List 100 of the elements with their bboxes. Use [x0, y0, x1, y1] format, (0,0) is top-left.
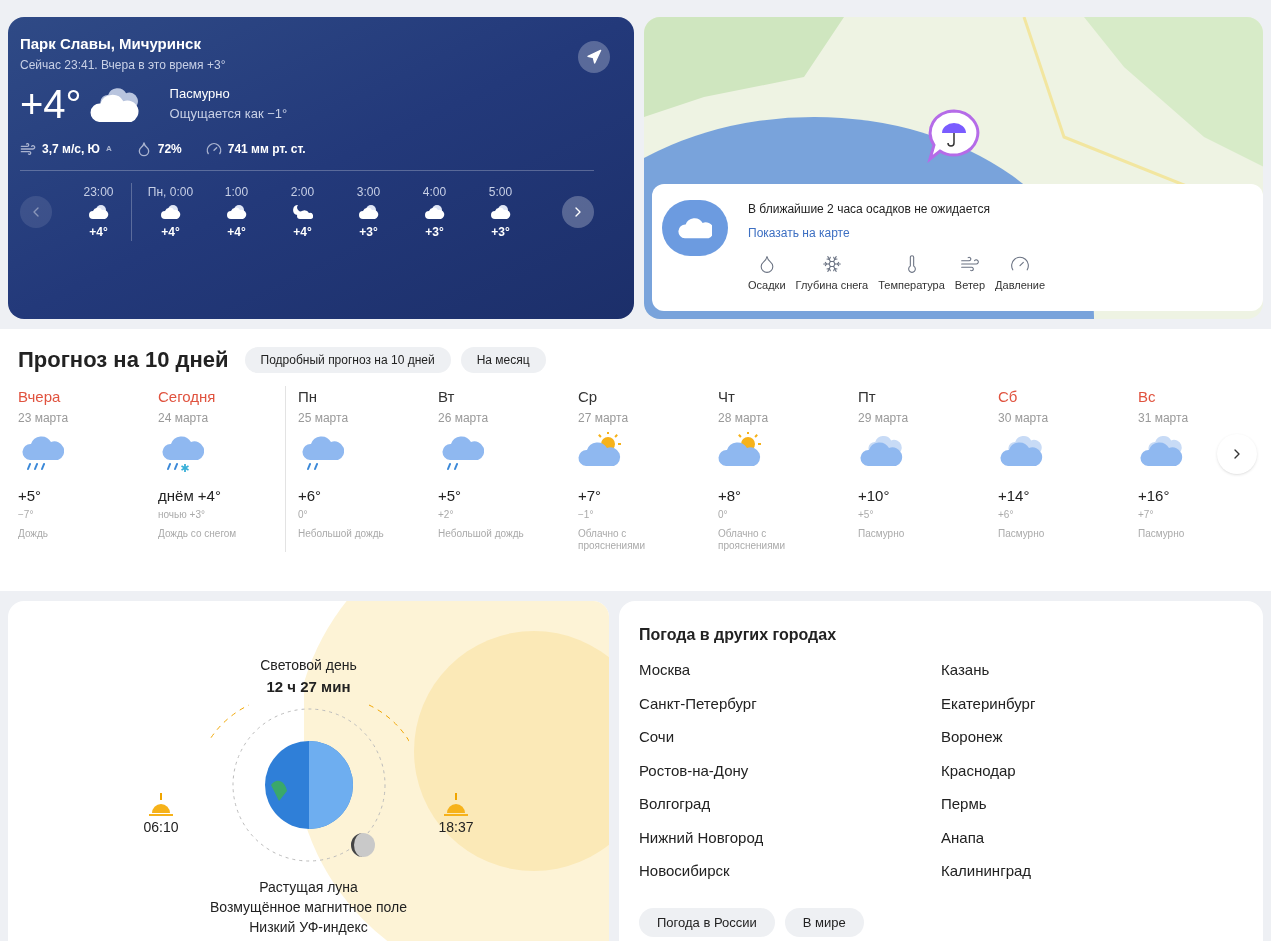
city-link[interactable]: Волгоград	[639, 793, 941, 827]
hour-label: 1:00	[224, 183, 249, 201]
hour-temperature: +4°	[89, 223, 108, 241]
moon-cloud-icon	[292, 203, 313, 220]
city-link[interactable]: Калининград	[941, 860, 1243, 894]
nowcast-message: В ближайшие 2 часа осадков не ожидается	[748, 201, 991, 218]
daylight-note: Растущая луна	[259, 877, 358, 897]
city-link[interactable]: Москва	[639, 659, 941, 693]
daylight-duration: 12 ч 27 мин	[266, 677, 351, 697]
current-temperature: +4°	[20, 83, 82, 124]
night-temperature: ночью +3°	[158, 508, 206, 522]
sunset-time: 18:37	[438, 818, 474, 837]
time-subtitle: Сейчас 23:41. Вчера в это время +3°	[20, 56, 226, 74]
cloudy-night-icon	[424, 203, 445, 220]
night-temperature: 0°	[298, 508, 309, 522]
day-date: 27 марта	[578, 409, 630, 427]
hour-temperature: +4°	[293, 223, 312, 241]
feels-like-text: Ощущается как −1°	[169, 104, 288, 123]
city-link[interactable]: Новосибирск	[639, 860, 941, 894]
day-date: 29 марта	[858, 409, 910, 427]
show-on-map-link[interactable]: Показать на карте	[748, 224, 1046, 242]
day-name: Вчера	[18, 387, 62, 407]
region-button[interactable]: Погода в России	[639, 907, 775, 937]
day-name: Сб	[998, 387, 1019, 407]
day-temperature: +10°	[858, 485, 891, 506]
daylight-label: Световой день	[260, 656, 357, 675]
day-date: 31 марта	[1138, 409, 1190, 427]
city-link[interactable]: Екатеринбург	[941, 692, 1243, 726]
humidity-value: 72%	[157, 140, 182, 158]
city-link[interactable]: Ростов-на-Дону	[639, 759, 941, 793]
hour-label: 3:00	[356, 183, 381, 201]
region-button[interactable]: В мире	[784, 907, 864, 937]
day-condition: Облачно с прояснениями	[718, 528, 787, 552]
day-date: 23 марта	[18, 409, 70, 427]
map-layer-button[interactable]: Глубина снега	[795, 254, 869, 294]
forecast-day[interactable]: Вт 26 марта +5° +2° Небольшой дождь	[438, 386, 578, 552]
wind-speed: 3,7 м/с, Ю	[42, 140, 100, 158]
wind-icon	[20, 140, 36, 157]
hour-label: 5:00	[488, 183, 513, 201]
forecast-day[interactable]: Сб 30 марта +14° +6° Пасмурно	[998, 386, 1138, 552]
cloudy-night-icon	[88, 203, 109, 220]
day-condition: Пасмурно	[1138, 528, 1186, 540]
forecast-day[interactable]: Пт 29 марта +10° +5° Пасмурно	[858, 386, 998, 552]
hour-label: Пн, 0:00	[147, 183, 194, 201]
map-layer-button[interactable]: Ветер	[954, 254, 986, 294]
map-layer-button[interactable]: Давление	[995, 254, 1046, 294]
city-link[interactable]: Сочи	[639, 726, 941, 760]
next-button[interactable]	[562, 195, 594, 228]
city-link[interactable]: Санкт-Петербург	[639, 692, 941, 726]
day-condition: Облачно с прояснениями	[578, 528, 647, 552]
location-button[interactable]	[578, 41, 610, 73]
sunrise-time: 06:10	[143, 818, 179, 837]
day-condition: Пасмурно	[858, 528, 906, 540]
forecast-day[interactable]: Пн 25 марта +6° 0° Небольшой дождь	[298, 386, 438, 552]
city-link[interactable]: Пермь	[941, 793, 1243, 827]
forecast-day[interactable]: Чт 28 марта +8° 0° Облачно с прояснениями	[718, 386, 858, 552]
forecast-day[interactable]: Вчера 23 марта +5° −7° Дождь	[18, 386, 158, 552]
city-link[interactable]: Воронеж	[941, 726, 1243, 760]
cloudy-night-icon	[358, 203, 379, 220]
day-name: Сегодня	[158, 387, 217, 407]
forecast-day[interactable]: Сегодня 24 марта днём +4° ночью +3° Дождь со снегом	[158, 386, 298, 552]
day-name: Вт	[438, 387, 456, 407]
hour-temperature: +3°	[491, 223, 510, 241]
gauge-icon	[205, 140, 222, 157]
hour-temperature: +4°	[161, 223, 180, 241]
wind-icon	[959, 254, 980, 274]
forecast-title: Прогноз на 10 дней	[18, 346, 229, 374]
forecast-day[interactable]: Ср 27 марта +7° −1° Облачно с прояснениями	[578, 386, 718, 552]
day-condition: Дождь	[18, 528, 50, 540]
day-temperature: +6°	[298, 485, 323, 506]
day-temperature: +14°	[998, 485, 1031, 506]
daylight-note: Низкий УФ-индекс	[249, 917, 368, 937]
hour-label: 23:00	[83, 183, 114, 201]
daylight-note: Возмущённое магнитное поле	[209, 897, 408, 917]
cloudy-night-icon	[160, 203, 181, 220]
day-condition: Небольшой дождь	[298, 528, 385, 540]
sunset-icon	[443, 791, 469, 817]
hour-temperature: +3°	[359, 223, 378, 241]
night-temperature: −1°	[578, 508, 595, 522]
forecast-day[interactable]: Вс 31 марта +16° +7° Пасмурно	[1138, 386, 1271, 552]
night-temperature: 0°	[718, 508, 729, 522]
night-temperature: +7°	[1138, 508, 1155, 522]
pressure-value: 741 мм рт. ст.	[227, 140, 306, 158]
city-link[interactable]: Анапа	[941, 826, 1243, 860]
map-layer-button[interactable]: Температура	[878, 254, 945, 294]
city-link[interactable]: Нижний Новгород	[639, 826, 941, 860]
city-link[interactable]: Казань	[941, 659, 1243, 693]
wind-direction: A	[105, 142, 112, 155]
navigation-arrow-icon	[586, 49, 602, 65]
day-temperature: +5°	[438, 485, 463, 506]
forecast-button[interactable]: Подробный прогноз на 10 дней	[244, 346, 451, 373]
sunrise-icon	[147, 791, 174, 817]
cloudy-night-icon	[226, 203, 247, 220]
condition-text: Пасмурно	[169, 85, 231, 103]
map-layer-button[interactable]: Осадки	[748, 254, 786, 294]
day-name: Чт	[718, 387, 736, 407]
cloud-badge-icon	[662, 200, 728, 256]
day-condition: Небольшой дождь	[438, 528, 525, 540]
city-link[interactable]: Краснодар	[941, 759, 1243, 793]
forecast-button[interactable]: На месяц	[460, 346, 546, 373]
